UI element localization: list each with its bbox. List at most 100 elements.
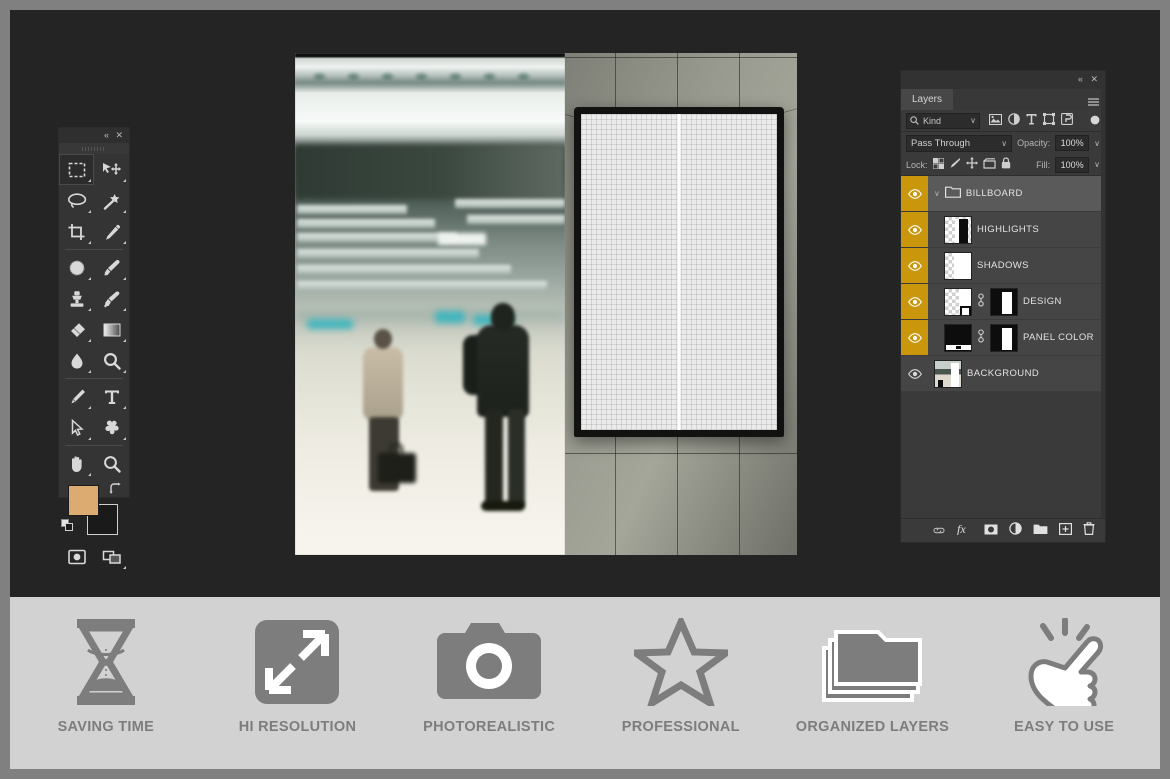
- rectangular-marquee-tool[interactable]: [59, 154, 94, 185]
- document-canvas[interactable]: [295, 53, 797, 555]
- layer-visibility-toggle[interactable]: [901, 176, 928, 211]
- delete-layer-icon[interactable]: [1083, 522, 1095, 540]
- layer-list: ∨ BILLBOARD: [901, 176, 1105, 392]
- chevron-down-icon[interactable]: ∨: [1001, 139, 1007, 148]
- filter-kind-label: Kind: [923, 116, 941, 126]
- fill-input[interactable]: 100%: [1055, 157, 1089, 173]
- default-colors-icon[interactable]: [61, 519, 74, 537]
- crop-tool[interactable]: [59, 216, 94, 247]
- tool-flyout-corner-icon: [123, 339, 126, 342]
- lock-artboard-nesting-icon[interactable]: [983, 156, 996, 174]
- layer-visibility-toggle[interactable]: [901, 284, 928, 319]
- opacity-input[interactable]: 100%: [1055, 135, 1089, 151]
- billboard-artboard-placeholder[interactable]: [581, 114, 777, 430]
- layer-visibility-toggle[interactable]: [901, 212, 928, 247]
- lock-all-icon[interactable]: [1001, 156, 1011, 174]
- layers-close-icon[interactable]: ✕: [1090, 74, 1098, 84]
- filter-kind-select[interactable]: Kind ∨: [906, 113, 980, 129]
- layer-row-highlights[interactable]: HIGHLIGHTS: [901, 212, 1105, 248]
- layer-mask-thumbnail[interactable]: [990, 324, 1018, 352]
- history-brush-tool[interactable]: [94, 283, 129, 314]
- zoom-tool[interactable]: [94, 448, 129, 479]
- magic-wand-tool[interactable]: [94, 185, 129, 216]
- layer-visibility-toggle[interactable]: [901, 248, 928, 283]
- layer-row-billboard[interactable]: ∨ BILLBOARD: [901, 176, 1105, 212]
- dodge-tool[interactable]: [94, 345, 129, 376]
- layer-thumbnail[interactable]: [934, 360, 962, 388]
- terminal-sign: [438, 233, 486, 245]
- pen-tool[interactable]: [59, 381, 94, 412]
- lock-label: Lock:: [906, 160, 928, 170]
- wall-seam: [565, 57, 797, 58]
- layer-body: PANEL COLOR: [928, 324, 1105, 352]
- path-selection-tool[interactable]: [59, 412, 94, 443]
- group-expand-chevron-icon[interactable]: ∨: [934, 189, 940, 198]
- type-layer-filter-icon[interactable]: [1026, 112, 1037, 130]
- eyedropper-tool[interactable]: [94, 216, 129, 247]
- quick-mask-tool[interactable]: [59, 541, 94, 572]
- person-foreground-head: [491, 303, 515, 331]
- fill-value: 100%: [1061, 160, 1084, 170]
- foreground-color-swatch[interactable]: [68, 485, 99, 516]
- billboard-frame[interactable]: [574, 107, 784, 437]
- smart-object-filter-icon[interactable]: [1061, 112, 1073, 130]
- upper-wall-band: [295, 145, 565, 199]
- tools-panel-grip[interactable]: [59, 143, 129, 154]
- layer-visibility-toggle[interactable]: [901, 356, 928, 391]
- blur-tool[interactable]: [59, 345, 94, 376]
- tab-layers[interactable]: Layers: [901, 89, 953, 110]
- link-layers-icon[interactable]: [932, 522, 946, 540]
- tools-collapse-icon[interactable]: «: [104, 130, 109, 140]
- add-layer-mask-icon[interactable]: [984, 522, 998, 540]
- lock-transparent-pixels-icon[interactable]: [933, 156, 944, 174]
- screen-mode-tool[interactable]: [94, 541, 129, 572]
- custom-shape-tool[interactable]: [94, 412, 129, 443]
- shape-layer-filter-icon[interactable]: [1043, 112, 1055, 130]
- filter-toggle-icon[interactable]: [1090, 112, 1100, 130]
- layer-row-panel-color[interactable]: PANEL COLOR: [901, 320, 1105, 356]
- fill-chevron-down-icon[interactable]: ∨: [1094, 160, 1100, 169]
- eraser-tool[interactable]: [59, 314, 94, 345]
- lock-image-pixels-icon[interactable]: [949, 156, 961, 174]
- layer-style-fx-icon[interactable]: fx: [957, 522, 973, 540]
- panel-menu-icon[interactable]: [1088, 94, 1099, 112]
- layer-row-background[interactable]: BACKGROUND: [901, 356, 1105, 392]
- blend-mode-row: Pass Through ∨ Opacity: 100% ∨: [901, 132, 1105, 154]
- swap-colors-icon[interactable]: [109, 482, 122, 500]
- gradient-tool[interactable]: [94, 314, 129, 345]
- layers-collapse-icon[interactable]: «: [1078, 74, 1083, 84]
- layer-thumbnail[interactable]: [944, 252, 972, 280]
- layers-scrollbar[interactable]: [1101, 71, 1105, 542]
- tools-panel: « ✕: [58, 127, 130, 498]
- teal-accent: [307, 319, 353, 329]
- move-tool[interactable]: [94, 154, 129, 185]
- adjustment-layer-filter-icon[interactable]: [1008, 112, 1020, 130]
- color-swatches: [59, 479, 129, 541]
- layer-filter-row: Kind ∨: [901, 110, 1105, 132]
- layer-mask-thumbnail[interactable]: [990, 288, 1018, 316]
- pixel-layer-filter-icon[interactable]: [989, 112, 1002, 130]
- layer-thumbnail[interactable]: [944, 288, 972, 316]
- tools-close-icon[interactable]: ✕: [115, 130, 123, 140]
- type-tool[interactable]: [94, 381, 129, 412]
- new-layer-icon[interactable]: [1059, 522, 1072, 540]
- lasso-tool[interactable]: [59, 185, 94, 216]
- new-group-icon[interactable]: [1033, 522, 1048, 540]
- mask-link-icon[interactable]: [977, 329, 985, 346]
- clone-stamp-tool[interactable]: [59, 283, 94, 314]
- lock-position-icon[interactable]: [966, 156, 978, 174]
- hand-tool[interactable]: [59, 448, 94, 479]
- opacity-chevron-down-icon[interactable]: ∨: [1094, 139, 1100, 148]
- mask-link-icon[interactable]: [977, 293, 985, 310]
- brush-tool[interactable]: [94, 252, 129, 283]
- layer-thumbnail[interactable]: [944, 216, 972, 244]
- new-adjustment-layer-icon[interactable]: [1009, 522, 1022, 540]
- layer-visibility-toggle[interactable]: [901, 320, 928, 355]
- blend-mode-select[interactable]: Pass Through ∨: [906, 135, 1012, 152]
- layer-row-shadows[interactable]: SHADOWS: [901, 248, 1105, 284]
- layer-row-design[interactable]: DESIGN: [901, 284, 1105, 320]
- chevron-down-icon[interactable]: ∨: [970, 116, 976, 125]
- spot-healing-brush-tool[interactable]: [59, 252, 94, 283]
- photoshop-workspace: « ✕: [10, 10, 1160, 597]
- layer-thumbnail[interactable]: [944, 324, 972, 352]
